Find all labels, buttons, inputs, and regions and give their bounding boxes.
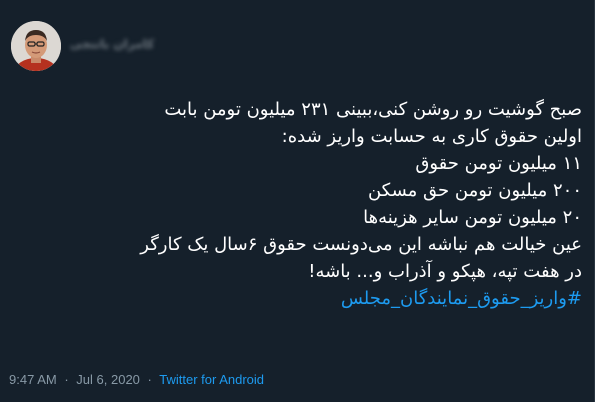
tweet-line: ۱۱ میلیون تومن حقوق [415,153,582,174]
avatar-image [11,21,61,71]
tweet-card: کامران باتنجی صبح گوشیت رو روشن کنی،ببین… [0,0,595,402]
tweet-time[interactable]: 9:47 AM [9,372,57,387]
tweet-line: ۲۰ میلیون تومن سایر هزینه‌ها [363,207,582,228]
tweet-metadata: 9:47 AM · Jul 6, 2020 · Twitter for Andr… [9,372,264,387]
separator-dot: · [64,372,69,387]
tweet-line: در هفت تپه، هپکو و آذراب و... باشه! [308,261,582,282]
tweet-line: اولین حقوق کاری به حسابت واریز شده: [281,126,582,147]
tweet-source-link[interactable]: Twitter for Android [159,372,264,387]
tweet-line: ۲۰۰ میلیون تومن حق مسکن [367,180,582,201]
tweet-line: صبح گوشیت رو روشن کنی،ببینی ۲۳۱ میلیون ت… [164,99,582,120]
tweet-date[interactable]: Jul 6, 2020 [76,372,140,387]
separator-dot: · [147,372,152,387]
author-name[interactable]: کامران باتنجی [70,37,154,51]
avatar[interactable] [11,21,61,71]
hashtag-link[interactable]: #واریز_حقوق_نمایندگان_مجلس [17,285,582,312]
tweet-text: صبح گوشیت رو روشن کنی،ببینی ۲۳۱ میلیون ت… [17,96,582,312]
tweet-line: عین خیالت هم نباشه این می‌دونست حقوق ۶سا… [140,234,582,255]
